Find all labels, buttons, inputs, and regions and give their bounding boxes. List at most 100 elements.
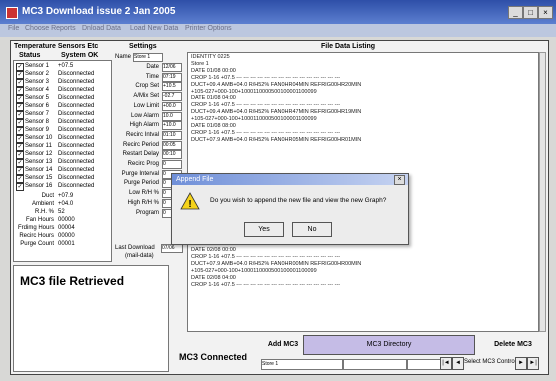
listing-line	[191, 165, 535, 172]
store-field-3[interactable]	[407, 359, 443, 370]
sensor-value: Disconnected	[58, 111, 95, 117]
setting-label: High Alarm	[129, 122, 159, 129]
app-icon	[6, 7, 18, 19]
setting-value[interactable]: 07:19	[162, 72, 182, 82]
setting-label: High R/H %	[127, 199, 159, 206]
sensor-checkbox[interactable]: ✓	[16, 183, 24, 191]
setting-value[interactable]: 01:10	[162, 130, 182, 140]
name-field[interactable]: Store 1	[133, 53, 163, 62]
listing-line: +105-027+000-100+10001100005001000011000…	[191, 88, 317, 95]
sensor-label: Sensor 8	[25, 119, 50, 125]
sensor-checkbox[interactable]: ✓	[16, 175, 24, 183]
status-box: MC3 file Retrieved	[13, 265, 169, 372]
setting-value[interactable]: +10.0	[162, 121, 182, 131]
setting-label: Recirc Period	[122, 141, 159, 148]
sensor-value: Disconnected	[58, 151, 95, 157]
listing-line	[191, 151, 535, 158]
prev-controller-button[interactable]: ◄	[452, 357, 464, 370]
setting-value[interactable]: 00:10	[162, 150, 182, 160]
sensor-checkbox[interactable]: ✓	[16, 167, 24, 175]
setting-value[interactable]: +00.0	[162, 101, 182, 111]
sensor-label: Sensor 16	[25, 183, 53, 189]
listing-line: CROP 1-16 +07.5 --- --- --- --- --- --- …	[191, 74, 341, 81]
setting-label: Restart Delay	[122, 151, 159, 158]
setting-value[interactable]: 0	[162, 160, 182, 169]
sensor-label: Sensor 4	[25, 87, 50, 93]
sensor-extra-label: Frdimg Hours	[18, 225, 55, 231]
mc3-directory-tab[interactable]: MC3 Directory	[303, 335, 475, 355]
menu-load-new-data[interactable]: Load New Data	[130, 25, 178, 32]
title-bar: MC3 Download issue 2 Jan 2005 _ □ ×	[0, 0, 556, 24]
sensor-value: Disconnected	[58, 119, 95, 125]
setting-value[interactable]: 12/06	[162, 63, 182, 72]
menu-printer-options[interactable]: Printer Options	[185, 25, 232, 32]
sensor-label: Sensor 2	[25, 71, 50, 77]
store-field-2[interactable]	[343, 359, 407, 370]
sensor-value: Disconnected	[58, 87, 95, 93]
sensor-checkbox[interactable]: ✓	[16, 119, 24, 127]
sensor-value: Disconnected	[58, 103, 95, 109]
first-controller-button[interactable]: |◄	[440, 357, 452, 370]
select-controller-label: Select MC3 Controller	[464, 359, 523, 365]
sensor-checkbox[interactable]: ✓	[16, 143, 24, 151]
listing-line: CROP 1-16 +07.5 --- --- --- --- --- --- …	[191, 129, 341, 136]
sensor-checkbox[interactable]: ✓	[16, 87, 24, 95]
sensor-checkbox[interactable]: ✓	[16, 79, 24, 87]
close-button[interactable]: ×	[538, 6, 553, 19]
menu-file[interactable]: File	[8, 25, 19, 32]
sensor-checkbox[interactable]: ✓	[16, 159, 24, 167]
menu-bar: File Choose Reports Dnload Data Load New…	[0, 24, 556, 37]
sensor-checkbox[interactable]: ✓	[16, 111, 24, 119]
listing-line: CROP 1-16 +07.5 --- --- --- --- --- --- …	[191, 281, 341, 288]
sensor-checkbox[interactable]: ✓	[16, 103, 24, 111]
yes-button[interactable]: Yes	[244, 222, 284, 237]
dialog-message: Do you wish to append the new file and v…	[210, 197, 387, 204]
sensor-checkbox[interactable]: ✓	[16, 127, 24, 135]
sensor-value: Disconnected	[58, 183, 95, 189]
sensors-heading: Temperature Sensors Etc	[14, 43, 99, 50]
sensor-checkbox[interactable]: ✓	[16, 135, 24, 143]
sensor-checkbox[interactable]: ✓	[16, 95, 24, 103]
setting-label: Time	[145, 73, 159, 80]
menu-choose-reports[interactable]: Choose Reports	[25, 25, 76, 32]
listing-scrollbar[interactable]	[539, 52, 546, 332]
last-download-label: Last Download	[115, 245, 155, 251]
listing-line: DATE 01/08 00:00	[191, 67, 236, 74]
setting-label: Low R/H %	[128, 190, 159, 197]
minimize-button[interactable]: _	[508, 6, 523, 19]
status-header: Status	[19, 52, 41, 59]
last-controller-button[interactable]: ►|	[527, 357, 539, 370]
listing-line: Store 1	[191, 60, 209, 67]
email-label: (mail-data)	[125, 253, 154, 259]
next-controller-button[interactable]: ►	[515, 357, 527, 370]
setting-value[interactable]: 00:05	[162, 140, 182, 150]
listing-line: CROP 1-16 +07.5 --- --- --- --- --- --- …	[191, 254, 341, 261]
menu-dnload-data[interactable]: Dnload Data	[82, 25, 121, 32]
sensor-extra-value: 00000	[58, 233, 75, 239]
listing-line: DUCT+09.4 AMB+04.0 R/H52% FAN0HR47MIN RE…	[191, 109, 362, 116]
sensor-checkbox[interactable]: ✓	[16, 63, 24, 71]
sensor-label: Sensor 3	[25, 79, 50, 85]
setting-value[interactable]: -02.7	[162, 92, 182, 102]
setting-label: Purge Period	[123, 180, 159, 187]
sensor-value: Disconnected	[58, 95, 95, 101]
dialog-close-icon[interactable]: ×	[394, 175, 405, 185]
setting-value[interactable]: 10.0	[162, 111, 182, 121]
maximize-button[interactable]: □	[523, 6, 538, 19]
no-button[interactable]: No	[292, 222, 332, 237]
add-mc3-button[interactable]: Add MC3	[265, 338, 301, 352]
sensor-value: Disconnected	[58, 143, 95, 149]
sensor-label: Sensor 13	[25, 159, 53, 165]
mc3-connected-label: MC3 Connected	[179, 352, 248, 362]
warning-icon: !	[180, 192, 200, 210]
sensor-checkbox[interactable]: ✓	[16, 151, 24, 159]
sensor-extra-value: +04.0	[58, 201, 74, 207]
listing-line: DATE 02/08 04:00	[191, 275, 236, 281]
sensor-checkbox[interactable]: ✓	[16, 71, 24, 79]
status-message: MC3 file Retrieved	[20, 274, 125, 288]
setting-value[interactable]: +10.5	[162, 82, 182, 92]
dialog-title: Append File	[172, 174, 408, 185]
store-field[interactable]: Store 1	[261, 359, 343, 370]
delete-mc3-button[interactable]: Delete MC3	[485, 338, 541, 352]
listing-line	[191, 144, 535, 151]
